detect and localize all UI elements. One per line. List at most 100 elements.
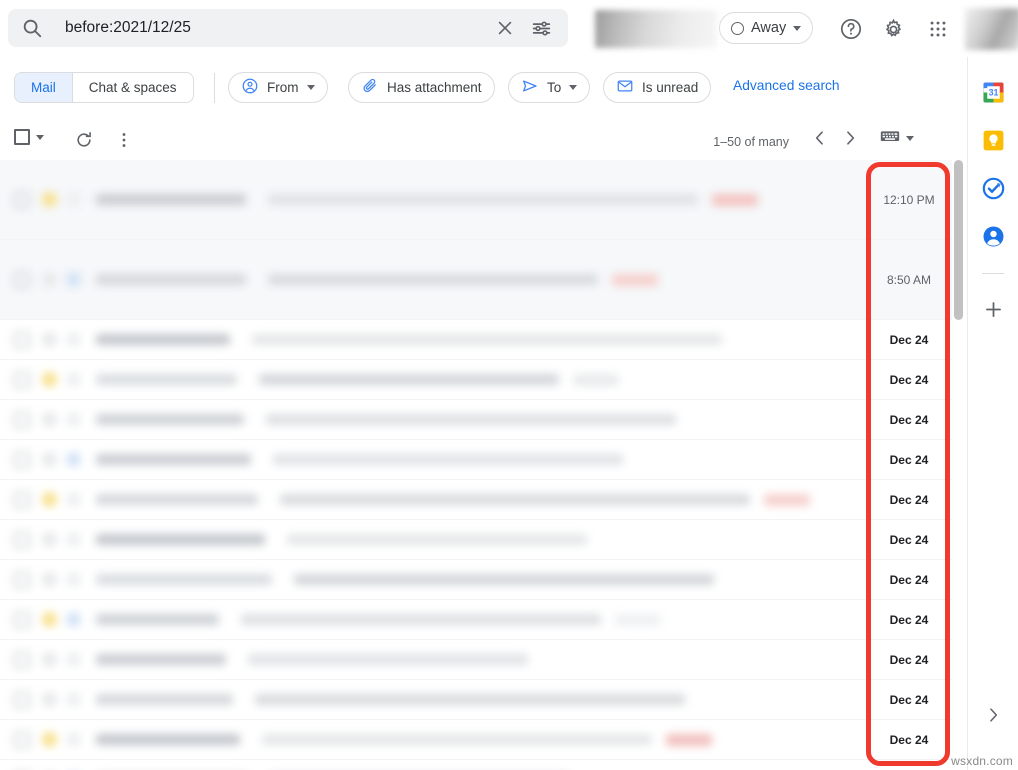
star-icon[interactable] [42, 572, 57, 587]
send-icon [521, 77, 539, 98]
star-icon[interactable] [42, 532, 57, 547]
status-pill-away[interactable]: Away [719, 12, 814, 44]
star-icon[interactable] [42, 272, 57, 287]
table-row[interactable]: Dec 24 [0, 400, 952, 440]
help-icon[interactable] [836, 14, 866, 44]
table-row[interactable]: Dec 24 [0, 520, 952, 560]
important-marker-icon[interactable] [67, 733, 80, 746]
apps-grid-icon[interactable] [923, 14, 953, 44]
table-row[interactable]: Dec 24 [0, 360, 952, 400]
star-icon[interactable] [42, 412, 57, 427]
checkbox-icon[interactable] [14, 271, 30, 288]
chevron-right-icon[interactable] [835, 123, 865, 153]
important-marker-icon[interactable] [67, 413, 80, 426]
chevron-left-icon[interactable] [805, 123, 835, 153]
table-row[interactable]: Dec 24 [0, 320, 952, 360]
checkbox-icon[interactable] [14, 411, 30, 428]
table-row[interactable]: Dec 24 [0, 600, 952, 640]
star-icon[interactable] [42, 372, 57, 387]
checkbox-icon[interactable] [14, 491, 30, 508]
checkbox-icon[interactable] [14, 331, 30, 348]
important-marker-icon[interactable] [67, 453, 80, 466]
redacted-account-info [595, 10, 717, 48]
checkbox-icon[interactable] [14, 371, 30, 388]
select-all-control[interactable] [14, 129, 44, 145]
tab-chat-and-spaces-label: Chat & spaces [88, 80, 177, 95]
refresh-icon[interactable] [70, 126, 98, 154]
envelope-icon [616, 77, 634, 98]
important-marker-icon[interactable] [67, 653, 80, 666]
email-subject [280, 494, 750, 505]
star-icon[interactable] [42, 612, 57, 627]
filter-chip-from[interactable]: From [228, 72, 328, 103]
filter-chip-is-unread-label: Is unread [642, 80, 699, 95]
gear-icon[interactable] [878, 14, 908, 44]
email-date: Dec 24 [889, 612, 929, 627]
more-vertical-icon[interactable] [110, 126, 138, 154]
close-icon[interactable] [488, 11, 522, 45]
email-date: Dec 24 [889, 692, 929, 707]
important-marker-icon[interactable] [67, 693, 80, 706]
important-marker-icon[interactable] [67, 273, 80, 286]
email-date: Dec 24 [889, 652, 929, 667]
google-keep-icon[interactable] [980, 127, 1006, 153]
checkbox-icon[interactable] [14, 611, 30, 628]
important-marker-icon[interactable] [67, 533, 80, 546]
advanced-search-link[interactable]: Advanced search [733, 78, 840, 93]
email-label-chip [615, 613, 661, 626]
table-row[interactable]: 8:50 AM [0, 240, 952, 320]
checkbox-icon[interactable] [14, 731, 30, 748]
star-icon[interactable] [42, 332, 57, 347]
input-tools-control[interactable] [879, 125, 914, 152]
checkbox-icon[interactable] [14, 531, 30, 548]
checkbox-icon[interactable] [14, 651, 30, 668]
important-marker-icon[interactable] [67, 613, 80, 626]
filter-chip-is-unread[interactable]: Is unread [603, 72, 712, 103]
table-row[interactable]: Dec 24 [0, 640, 952, 680]
tab-mail[interactable]: Mail [15, 73, 73, 102]
watermark: wsxdn.com [951, 754, 1013, 768]
important-marker-icon[interactable] [67, 333, 80, 346]
table-row[interactable]: Dec 24 [0, 760, 952, 770]
filter-chip-has-attachment[interactable]: Has attachment [348, 72, 495, 103]
table-row[interactable]: Dec 24 [0, 480, 952, 520]
star-icon[interactable] [42, 652, 57, 667]
email-row-content-blurred [0, 680, 866, 719]
important-marker-icon[interactable] [67, 573, 80, 586]
star-icon[interactable] [42, 492, 57, 507]
table-row[interactable]: Dec 24 [0, 720, 952, 760]
star-icon[interactable] [42, 732, 57, 747]
email-row-content-blurred [0, 400, 866, 439]
email-list[interactable]: 12:10 PM 8:50 AM Dec 24 Dec 24 Dec 24 Dec 24 D… [0, 160, 952, 770]
table-row[interactable]: Dec 24 [0, 560, 952, 600]
email-sender [96, 374, 237, 385]
important-marker-icon[interactable] [67, 373, 80, 386]
search-input[interactable] [65, 19, 488, 37]
tune-icon[interactable] [524, 11, 558, 45]
table-row[interactable]: Dec 24 [0, 440, 952, 480]
checkbox-icon[interactable] [14, 451, 30, 468]
checkbox-icon[interactable] [14, 691, 30, 708]
avatar[interactable] [965, 8, 1018, 50]
chevron-right-icon[interactable] [983, 705, 1003, 730]
checkbox-icon[interactable] [14, 191, 30, 208]
checkbox-icon[interactable] [14, 129, 30, 145]
star-icon[interactable] [42, 692, 57, 707]
table-row[interactable]: Dec 24 [0, 680, 952, 720]
google-contacts-icon[interactable] [980, 223, 1006, 249]
paperclip-icon [361, 77, 379, 98]
star-icon[interactable] [42, 452, 57, 467]
tab-chat-and-spaces[interactable]: Chat & spaces [73, 73, 193, 102]
table-row[interactable]: 12:10 PM [0, 160, 952, 240]
checkbox-icon[interactable] [14, 571, 30, 588]
search-bar[interactable] [8, 9, 568, 47]
star-icon[interactable] [42, 192, 57, 207]
google-tasks-icon[interactable] [980, 175, 1006, 201]
google-calendar-icon[interactable]: 31 [980, 79, 1006, 105]
important-marker-icon[interactable] [67, 193, 80, 206]
plus-icon[interactable] [980, 296, 1006, 322]
important-marker-icon[interactable] [67, 493, 80, 506]
list-scrollbar-thumb[interactable] [954, 160, 963, 320]
chevron-down-icon[interactable] [36, 134, 44, 140]
filter-chip-to[interactable]: To [508, 72, 591, 103]
